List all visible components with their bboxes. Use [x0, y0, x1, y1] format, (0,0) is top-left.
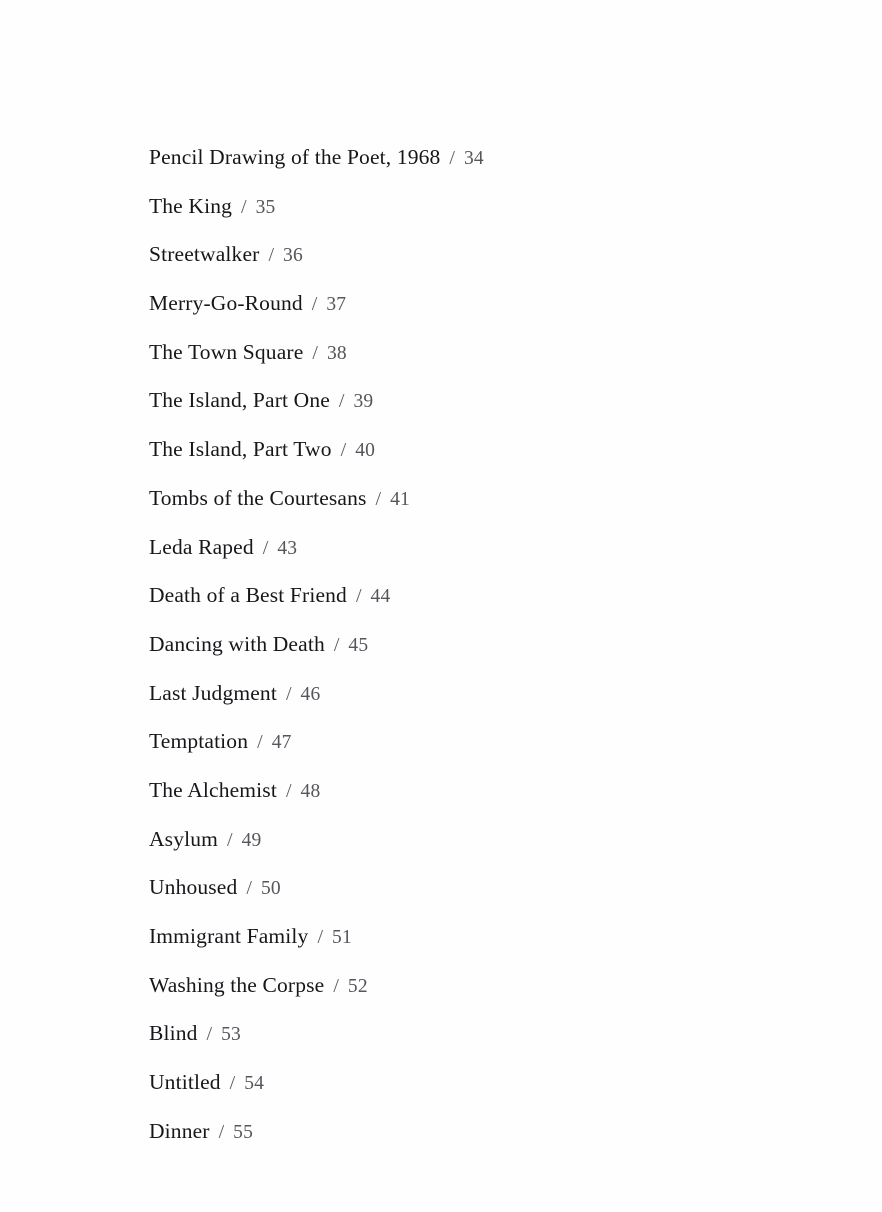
toc-entry[interactable]: Leda Raped / 43 [149, 523, 789, 572]
toc-entry[interactable]: The Alchemist / 48 [149, 766, 789, 815]
toc-entry-page-number: 55 [233, 1121, 254, 1143]
toc-entry-title: The King [149, 193, 233, 218]
toc-entry-separator: / [333, 633, 340, 656]
toc-entry[interactable]: The Island, Part Two / 40 [149, 425, 789, 474]
toc-entry-separator: / [312, 341, 318, 364]
toc-entry-separator: / [375, 487, 382, 510]
toc-entry-page-number: 41 [390, 488, 410, 510]
toc-entry-title: Asylum [149, 826, 218, 851]
toc-entry-separator: / [338, 390, 345, 413]
toc-entry-separator: / [333, 974, 339, 997]
toc-entry[interactable]: Death of a Best Friend / 44 [149, 571, 789, 620]
toc-entry-separator: / [285, 779, 292, 802]
toc-entry-page-number: 36 [283, 245, 303, 267]
toc-entry-separator: / [241, 195, 247, 218]
toc-entry[interactable]: Unhoused / 50 [149, 863, 789, 912]
toc-entry-title: Untitled [149, 1070, 221, 1095]
toc-entry[interactable]: Untitled / 54 [149, 1058, 789, 1107]
toc-entry-page-number: 47 [271, 732, 292, 754]
toc-entry-title: Blind [149, 1021, 198, 1046]
toc-entry-page-number: 46 [300, 683, 321, 705]
toc-entry[interactable]: The Island, Part One / 39 [149, 376, 789, 425]
toc-entry[interactable]: Immigrant Family / 51 [149, 912, 789, 961]
toc-entry-page-number: 39 [353, 391, 374, 413]
toc-entry-page-number: 38 [326, 342, 347, 364]
toc-entry-title: Death of a Best Friend [149, 583, 347, 608]
toc-entry[interactable]: Blind / 53 [149, 1009, 789, 1058]
toc-entry-title: The Island, Part Two [149, 437, 332, 462]
toc-entry-separator: / [257, 731, 263, 754]
toc-entry[interactable]: Last Judgment / 46 [149, 669, 789, 718]
toc-entry-separator: / [285, 682, 292, 705]
toc-entry[interactable]: The King / 35 [149, 182, 789, 231]
toc-entry-title: Merry-Go-Round [149, 291, 303, 316]
toc-entry-title: Immigrant Family [149, 924, 309, 948]
toc-entry-page-number: 53 [221, 1024, 242, 1046]
toc-entry-title: Tombs of the Courtesans [149, 485, 367, 510]
toc-entry-title: The Alchemist [149, 777, 277, 802]
toc-entry[interactable]: Tombs of the Courtesans / 41 [149, 474, 789, 523]
toc-entry[interactable]: Pencil Drawing of the Poet, 1968 / 34 [149, 133, 789, 182]
toc-entry-page-number: 43 [277, 537, 298, 559]
toc-entry-title: The Island, Part One [149, 388, 330, 413]
document-page: Pencil Drawing of the Poet, 1968 / 34 The K… [0, 0, 882, 1212]
toc-entry-page-number: 35 [255, 196, 276, 218]
toc-entry-title: Leda Raped [149, 534, 254, 559]
toc-entry[interactable]: Streetwalker / 36 [149, 230, 789, 279]
toc-entry-separator: / [340, 439, 347, 462]
toc-entry-page-number: 51 [332, 927, 352, 948]
toc-entry-separator: / [229, 1072, 236, 1095]
toc-entry[interactable]: Dancing with Death / 45 [149, 620, 789, 669]
toc-entry[interactable]: Asylum / 49 [149, 815, 789, 864]
toc-entry-separator: / [227, 828, 233, 851]
toc-entry-page-number: 37 [326, 294, 347, 316]
toc-entry-separator: / [218, 1120, 225, 1143]
toc-entry-page-number: 40 [355, 440, 376, 462]
toc-entry-title: Temptation [149, 729, 249, 754]
toc-entry-page-number: 52 [347, 975, 368, 997]
toc-entry-title: Last Judgment [149, 680, 277, 705]
toc-entry-page-number: 48 [300, 780, 321, 802]
toc-entry-separator: / [262, 536, 269, 559]
toc-entry[interactable]: Temptation / 47 [149, 717, 789, 766]
toc-entry-page-number: 44 [370, 586, 391, 608]
toc-entry-separator: / [355, 585, 362, 608]
toc-entry-title: Dinner [149, 1118, 210, 1143]
toc-entry-title: The Town Square [149, 339, 304, 364]
toc-entry-separator: / [206, 1023, 213, 1046]
toc-entry-title: Unhoused [149, 875, 238, 900]
toc-entry-separator: / [317, 926, 324, 948]
toc-entry-separator: / [449, 147, 455, 169]
toc-entry[interactable]: Washing the Corpse / 52 [149, 961, 789, 1010]
toc-entry-separator: / [246, 877, 252, 900]
toc-entry-page-number: 49 [241, 829, 262, 851]
toc-entry-page-number: 34 [463, 148, 484, 169]
toc-entry-page-number: 45 [348, 634, 369, 656]
toc-entry-title: Streetwalker [149, 242, 260, 267]
toc-entry-separator: / [311, 293, 318, 316]
toc-entry-page-number: 54 [244, 1073, 265, 1095]
toc-entry-title: Pencil Drawing of the Poet, 1968 [149, 145, 441, 169]
toc-entry-separator: / [268, 244, 275, 267]
toc-entry[interactable]: Dinner / 55 [149, 1107, 789, 1156]
table-of-contents-list: Pencil Drawing of the Poet, 1968 / 34 The K… [149, 133, 789, 1155]
toc-entry[interactable]: Merry-Go-Round / 37 [149, 279, 789, 328]
toc-entry-title: Washing the Corpse [149, 972, 325, 997]
toc-entry-title: Dancing with Death [149, 631, 325, 656]
toc-entry-page-number: 50 [260, 878, 281, 900]
toc-entry[interactable]: The Town Square / 38 [149, 328, 789, 377]
